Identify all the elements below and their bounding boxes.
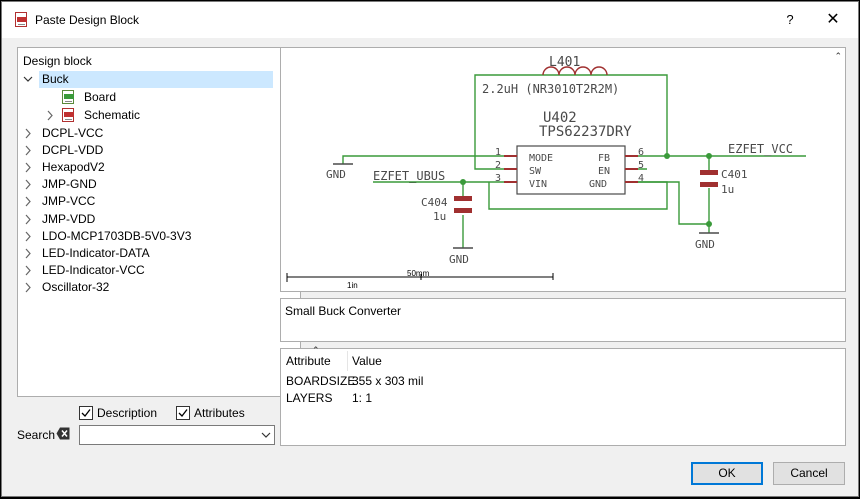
attribute-name: LAYERS [286, 391, 333, 405]
tree-item-label: JMP-GND [42, 177, 97, 192]
chevron-right-icon[interactable] [44, 107, 56, 124]
design-block-tree[interactable]: ⌃ Design block Buck Board Schematic DCPL… [17, 47, 301, 397]
ic-pin-mode: MODE [529, 153, 553, 164]
ic-pin-en: EN [598, 166, 610, 177]
chevron-down-icon[interactable] [22, 71, 34, 88]
pin-number-1: 1 [495, 147, 501, 158]
checkbox-box[interactable] [176, 406, 190, 420]
checkbox-label: Description [97, 406, 158, 420]
checkbox-box[interactable] [79, 406, 93, 420]
tree-item-label: JMP-VCC [42, 194, 96, 209]
title-bar: Paste Design Block ? ✕ [2, 2, 858, 38]
ic-pin-gnd: GND [589, 179, 607, 190]
attribute-value: 1: 1 [352, 391, 373, 405]
attribute-name: BOARDSIZE [286, 374, 356, 388]
description-box: Small Buck Converter [280, 298, 846, 342]
window-title: Paste Design Block [35, 13, 140, 27]
tree-item-label: HexapodV2 [42, 160, 105, 175]
pin-number-6: 6 [638, 147, 644, 158]
cancel-button[interactable]: Cancel [773, 462, 845, 485]
attribute-column-header[interactable]: Attribute [286, 354, 331, 368]
chevron-right-icon[interactable] [22, 245, 34, 262]
chevron-right-icon[interactable] [22, 262, 34, 279]
close-button[interactable]: ✕ [822, 7, 844, 33]
pin-number-4: 4 [638, 173, 644, 184]
cap-in-value: 1u [433, 210, 446, 223]
schematic-icon [62, 108, 74, 122]
pin-number-2: 2 [495, 160, 501, 171]
chevron-right-icon[interactable] [22, 142, 34, 159]
gnd-label: GND [449, 253, 469, 266]
table-row[interactable]: LAYERS 1: 1 [281, 391, 841, 408]
eagle-app-icon [15, 12, 27, 27]
schematic-drawing: L401 2.2uH (NR3010T2R2M) U402 TPS62237DR… [286, 55, 806, 290]
ic-pin-fb: FB [598, 153, 610, 164]
net-label-in: EZFET_UBUS [373, 169, 445, 183]
chevron-down-icon[interactable] [261, 428, 271, 442]
net-label-out: EZFET_VCC [728, 142, 793, 156]
chevron-right-icon[interactable] [22, 159, 34, 176]
tree-item-label: Oscillator-32 [42, 279, 110, 294]
ok-button[interactable]: OK [691, 462, 763, 485]
attribute-value: 355 x 303 mil [352, 374, 424, 388]
ic-pin-sw: SW [529, 166, 542, 177]
gnd-label: GND [326, 168, 346, 181]
chevron-right-icon[interactable] [22, 279, 34, 296]
checkmark-icon [178, 409, 188, 417]
ic-value: TPS62237DRY [539, 124, 632, 140]
scale-inch-label: 1in [347, 281, 358, 290]
pin-number-5: 5 [638, 160, 644, 171]
pin-number-3: 3 [495, 173, 501, 184]
tree-item-label: DCPL-VDD [42, 143, 104, 158]
table-row[interactable]: BOARDSIZE 355 x 303 mil [281, 374, 841, 391]
tree-item-label: Board [84, 90, 117, 104]
paste-design-block-dialog: Paste Design Block ? ✕ ⌃ Design block Bu… [1, 1, 859, 497]
selection-highlight [39, 71, 273, 88]
inductor-value: 2.2uH (NR3010T2R2M) [482, 82, 619, 96]
search-label: Search [17, 428, 56, 442]
tree-item-label: LED-Indicator-DATA [42, 245, 150, 260]
search-input[interactable] [79, 425, 275, 445]
ic-pin-vin: VIN [529, 179, 547, 190]
inductor-name: L401 [549, 55, 580, 70]
tree-item-label: DCPL-VCC [42, 126, 104, 140]
gnd-label: GND [695, 238, 715, 251]
checkmark-icon [81, 409, 91, 417]
tree-item-label: JMP-VDD [42, 211, 96, 226]
help-button[interactable]: ? [780, 7, 800, 33]
scale-mm-label: 50mm [407, 269, 430, 278]
description-text: Small Buck Converter [285, 304, 402, 318]
board-icon [62, 90, 74, 104]
checkbox-label: Attributes [194, 406, 245, 420]
tree-item-label: Buck [42, 72, 69, 86]
tree-item-label: Schematic [84, 108, 141, 122]
tree-item-label: LDO-MCP1703DB-5V0-3V3 [42, 228, 192, 243]
column-divider[interactable] [347, 351, 348, 371]
sort-up-icon: ⌃ [834, 51, 842, 61]
clear-search-icon[interactable] [56, 427, 70, 440]
attributes-table: ⌃ Attribute Value BOARDSIZE 355 x 303 mi… [280, 345, 846, 446]
cap-out-value: 1u [721, 183, 734, 196]
chevron-right-icon[interactable] [22, 125, 34, 142]
schematic-preview: ⌃ L401 2.2uH (NR3010T2R2M) U402 TPS62237… [280, 47, 846, 292]
sort-up-icon: ⌃ [142, 47, 151, 55]
tree-item-label: LED-Indicator-VCC [42, 262, 145, 277]
chevron-right-icon[interactable] [22, 176, 34, 193]
value-column-header[interactable]: Value [352, 354, 382, 368]
cap-out-name: C401 [721, 168, 748, 181]
chevron-right-icon[interactable] [22, 211, 34, 228]
cap-in-name: C404 [421, 196, 448, 209]
chevron-right-icon[interactable] [22, 193, 34, 210]
chevron-right-icon[interactable] [22, 228, 34, 245]
tree-column-header[interactable]: Design block [23, 54, 92, 68]
